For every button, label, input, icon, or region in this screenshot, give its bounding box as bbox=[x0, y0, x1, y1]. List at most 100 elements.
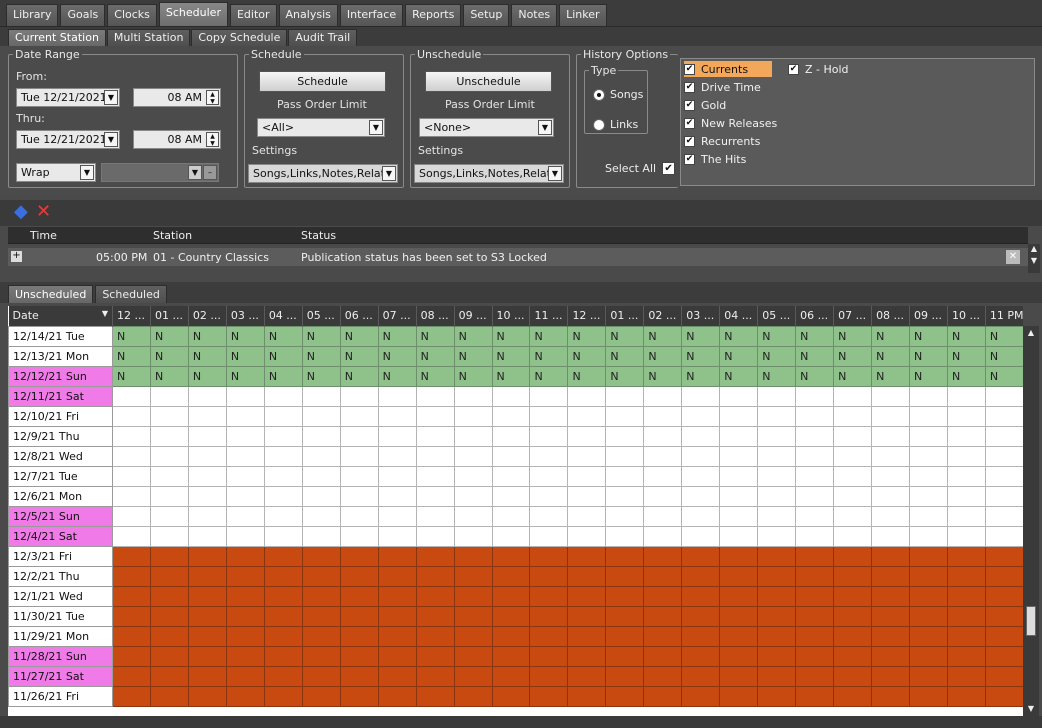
hour-cell-locked[interactable] bbox=[187, 545, 227, 567]
hour-cell-empty[interactable] bbox=[681, 445, 721, 467]
hour-cell-n[interactable]: N bbox=[263, 325, 303, 347]
hour-column-header[interactable]: 09 ... bbox=[454, 306, 493, 326]
hour-column-header[interactable]: 08 ... bbox=[871, 306, 911, 326]
hour-cell-locked[interactable] bbox=[415, 605, 455, 627]
chevron-down-icon[interactable]: ▼ bbox=[538, 120, 552, 135]
hour-cell-locked[interactable] bbox=[795, 625, 835, 647]
hour-cell-n[interactable]: N bbox=[112, 365, 151, 387]
hour-cell-empty[interactable] bbox=[795, 445, 835, 467]
hour-cell-empty[interactable] bbox=[681, 465, 721, 487]
hour-cell-locked[interactable] bbox=[833, 645, 873, 667]
log-row[interactable]: + 05:00 PM 01 - Country Classics Publica… bbox=[8, 248, 1028, 266]
hour-cell-empty[interactable] bbox=[225, 465, 265, 487]
scroll-up-icon[interactable]: ▲ bbox=[1028, 244, 1040, 256]
hour-cell-n[interactable]: N bbox=[491, 345, 531, 367]
hour-cell-empty[interactable] bbox=[757, 425, 797, 447]
tab-setup[interactable]: Setup bbox=[463, 4, 510, 26]
hour-cell-empty[interactable] bbox=[909, 485, 948, 507]
hour-cell-locked[interactable] bbox=[643, 685, 683, 707]
hour-cell-locked[interactable] bbox=[491, 645, 531, 667]
hour-cell-n[interactable]: N bbox=[339, 325, 379, 347]
hour-cell-locked[interactable] bbox=[187, 605, 227, 627]
hour-cell-n[interactable]: N bbox=[263, 345, 303, 367]
hour-cell-locked[interactable] bbox=[909, 665, 948, 687]
hour-cell-empty[interactable] bbox=[871, 505, 911, 527]
hour-column-header[interactable]: 05 ... bbox=[302, 306, 341, 326]
hour-cell-locked[interactable] bbox=[567, 545, 607, 567]
hour-cell-empty[interactable] bbox=[909, 385, 948, 407]
hour-cell-n[interactable]: N bbox=[187, 345, 227, 367]
hour-cell-empty[interactable] bbox=[795, 465, 835, 487]
hour-cell-locked[interactable] bbox=[757, 665, 797, 687]
hour-cell-locked[interactable] bbox=[719, 585, 759, 607]
hour-cell-empty[interactable] bbox=[377, 485, 417, 507]
radio-songs[interactable]: Songs bbox=[593, 88, 643, 101]
hour-cell-locked[interactable] bbox=[719, 545, 759, 567]
hour-cell-locked[interactable] bbox=[301, 665, 341, 687]
hour-cell-locked[interactable] bbox=[795, 545, 835, 567]
hour-cell-empty[interactable] bbox=[719, 425, 759, 447]
hour-cell-empty[interactable] bbox=[795, 385, 835, 407]
hour-cell-empty[interactable] bbox=[491, 405, 531, 427]
table-row[interactable]: 12/5/21 Sun bbox=[8, 505, 1023, 527]
hour-cell-locked[interactable] bbox=[187, 685, 227, 707]
hour-cell-n[interactable]: N bbox=[757, 345, 797, 367]
hour-cell-locked[interactable] bbox=[339, 585, 379, 607]
hour-cell-locked[interactable] bbox=[301, 685, 341, 707]
chevron-down-icon[interactable]: ▼ bbox=[80, 165, 94, 180]
hour-cell-empty[interactable] bbox=[529, 525, 569, 547]
hour-cell-empty[interactable] bbox=[871, 405, 911, 427]
hour-cell-locked[interactable] bbox=[643, 565, 683, 587]
hour-cell-n[interactable]: N bbox=[643, 365, 683, 387]
hour-cell-locked[interactable] bbox=[833, 605, 873, 627]
hour-cell-locked[interactable] bbox=[301, 625, 341, 647]
thru-time-spinner[interactable]: 08 AM ▲ ▼ bbox=[133, 130, 221, 149]
hour-column-header[interactable]: 10 ... bbox=[492, 306, 531, 326]
hour-cell-locked[interactable] bbox=[415, 565, 455, 587]
hour-cell-locked[interactable] bbox=[529, 605, 569, 627]
hour-cell-n[interactable]: N bbox=[984, 345, 1023, 367]
hour-cell-empty[interactable] bbox=[946, 465, 986, 487]
hour-cell-locked[interactable] bbox=[719, 565, 759, 587]
hour-cell-empty[interactable] bbox=[871, 525, 911, 547]
hour-cell-n[interactable]: N bbox=[871, 365, 911, 387]
hour-cell-locked[interactable] bbox=[871, 565, 911, 587]
hour-cell-locked[interactable] bbox=[757, 605, 797, 627]
row-date[interactable]: 12/9/21 Thu bbox=[8, 425, 113, 447]
hour-cell-n[interactable]: N bbox=[149, 365, 189, 387]
hour-cell-empty[interactable] bbox=[301, 465, 341, 487]
hour-cell-empty[interactable] bbox=[377, 385, 417, 407]
chevron-down-icon[interactable]: ▼ bbox=[188, 165, 202, 180]
hour-cell-empty[interactable] bbox=[377, 445, 417, 467]
chevron-down-icon[interactable]: ▼ bbox=[369, 120, 383, 135]
hour-cell-n[interactable]: N bbox=[643, 345, 683, 367]
hour-cell-empty[interactable] bbox=[415, 525, 455, 547]
tab-interface[interactable]: Interface bbox=[339, 4, 404, 26]
hour-cell-n[interactable]: N bbox=[149, 325, 189, 347]
hour-cell-empty[interactable] bbox=[871, 465, 911, 487]
hour-cell-n[interactable]: N bbox=[415, 345, 455, 367]
hour-cell-empty[interactable] bbox=[491, 385, 531, 407]
hour-cell-locked[interactable] bbox=[984, 605, 1023, 627]
hour-cell-n[interactable]: N bbox=[795, 365, 835, 387]
hour-cell-empty[interactable] bbox=[149, 445, 189, 467]
hour-cell-empty[interactable] bbox=[643, 525, 683, 547]
hour-cell-locked[interactable] bbox=[339, 605, 379, 627]
hour-cell-empty[interactable] bbox=[377, 425, 417, 447]
hour-cell-empty[interactable] bbox=[567, 465, 607, 487]
tab-copy-schedule[interactable]: Copy Schedule bbox=[191, 29, 288, 46]
hour-cell-empty[interactable] bbox=[225, 385, 265, 407]
hour-cell-empty[interactable] bbox=[605, 525, 645, 547]
select-all-checkbox[interactable]: Select All ✔ bbox=[605, 162, 676, 175]
hour-cell-n[interactable]: N bbox=[187, 365, 227, 387]
hour-cell-empty[interactable] bbox=[757, 485, 797, 507]
hour-cell-locked[interactable] bbox=[719, 605, 759, 627]
hour-cell-empty[interactable] bbox=[946, 485, 986, 507]
hour-cell-locked[interactable] bbox=[491, 665, 531, 687]
hour-cell-empty[interactable] bbox=[301, 485, 341, 507]
hour-cell-locked[interactable] bbox=[491, 565, 531, 587]
hour-cell-locked[interactable] bbox=[377, 685, 417, 707]
hour-cell-locked[interactable] bbox=[909, 645, 948, 667]
hour-cell-locked[interactable] bbox=[187, 665, 227, 687]
scroll-up-icon[interactable]: ▲ bbox=[1023, 326, 1039, 340]
